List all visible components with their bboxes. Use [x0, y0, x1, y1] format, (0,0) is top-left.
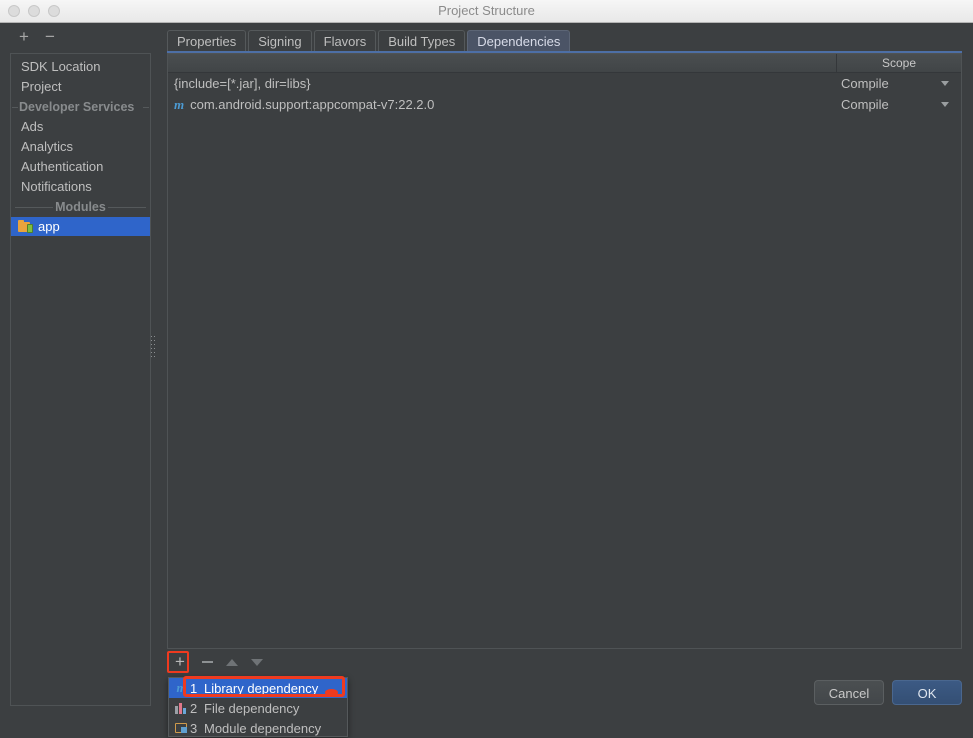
sidebar-group-modules-label: Modules [55, 200, 106, 214]
menu-item-number: 2 [190, 700, 198, 716]
sidebar-group-developer-services-label: Developer Services [19, 100, 135, 114]
tab-build-types[interactable]: Build Types [378, 30, 466, 51]
arrow-down-icon [251, 659, 263, 666]
table-row[interactable]: m com.android.support:appcompat-v7:22.2.… [168, 94, 961, 115]
dependency-name-label: {include=[*.jar], dir=libs} [174, 76, 311, 91]
dependency-name-cell: m com.android.support:appcompat-v7:22.2.… [168, 97, 836, 113]
dependency-scope-label: Compile [841, 76, 889, 91]
dependencies-table: Scope {include=[*.jar], dir=libs} Compil… [167, 53, 962, 649]
sidebar-item-authentication[interactable]: Authentication [11, 157, 150, 177]
window-title: Project Structure [438, 3, 535, 18]
sidebar-item-app-label: app [38, 218, 60, 234]
dependency-scope-cell[interactable]: Compile [836, 97, 961, 112]
menu-item-label: Library dependency [204, 680, 319, 696]
menu-item-number: 3 [190, 720, 198, 736]
pane-splitter-handle[interactable] [151, 336, 157, 376]
tab-dependencies[interactable]: Dependencies [467, 30, 571, 51]
tab-properties[interactable]: Properties [167, 30, 247, 51]
menu-item-label: Module dependency [204, 720, 322, 736]
menu-item-module-dependency[interactable]: 3 Module dependency [169, 718, 347, 738]
table-row[interactable]: {include=[*.jar], dir=libs} Compile [168, 73, 961, 94]
group-rule-right [143, 107, 149, 108]
tab-signing[interactable]: Signing [248, 30, 312, 51]
module-folder-icon [18, 220, 33, 233]
ok-button[interactable]: OK [892, 680, 962, 705]
add-dependency-button[interactable]: + [170, 652, 190, 672]
move-down-button[interactable] [247, 652, 267, 672]
tab-flavors[interactable]: Flavors [313, 30, 377, 51]
sidebar-toolbar: + − [0, 23, 155, 53]
sidebar-item-app[interactable]: app [11, 217, 150, 236]
sidebar-group-modules: Modules [11, 197, 150, 217]
sidebar-group-developer-services: Developer Services [11, 97, 150, 117]
file-bars-icon [173, 700, 190, 716]
maven-icon: m [176, 680, 187, 695]
module-folder-icon [173, 720, 190, 736]
cancel-button[interactable]: Cancel [814, 680, 884, 705]
modules-rule-right [108, 207, 146, 208]
group-rule-left [12, 107, 18, 108]
window-titlebar: Project Structure [0, 0, 973, 23]
dependency-scope-label: Compile [841, 97, 889, 112]
tab-bar: Properties Signing Flavors Build Types D… [167, 29, 572, 51]
project-structure-dialog: + − SDK Location Project Developer Servi… [0, 23, 973, 737]
dependency-toolbar: + [167, 650, 962, 674]
arrow-up-icon [226, 659, 238, 666]
sidebar-item-ads[interactable]: Ads [11, 117, 150, 137]
menu-item-file-dependency[interactable]: 2 File dependency [169, 698, 347, 718]
table-header-row: Scope [168, 54, 961, 73]
sidebar-item-project[interactable]: Project [11, 77, 150, 97]
menu-item-number: 1 [190, 680, 198, 696]
sidebar: SDK Location Project Developer Services … [10, 53, 151, 706]
add-module-button[interactable]: + [14, 27, 34, 47]
dependency-scope-cell[interactable]: Compile [836, 76, 961, 91]
dependency-name-cell: {include=[*.jar], dir=libs} [168, 76, 836, 91]
dialog-button-bar: Cancel OK [814, 680, 962, 705]
chevron-down-icon[interactable] [941, 81, 949, 86]
sidebar-item-notifications[interactable]: Notifications [11, 177, 150, 197]
move-up-button[interactable] [222, 652, 242, 672]
remove-dependency-button[interactable] [197, 652, 217, 672]
column-header-scope[interactable]: Scope [836, 54, 961, 72]
sidebar-item-sdk-location[interactable]: SDK Location [11, 57, 150, 77]
modules-rule-left [15, 207, 53, 208]
menu-item-library-dependency[interactable]: m 1 Library dependency [169, 678, 347, 698]
chevron-down-icon[interactable] [941, 102, 949, 107]
sidebar-item-analytics[interactable]: Analytics [11, 137, 150, 157]
add-dependency-menu: m 1 Library dependency 2 File dependency… [168, 677, 348, 737]
column-header-name[interactable] [168, 54, 836, 72]
maven-icon: m [174, 96, 185, 112]
remove-module-button[interactable]: − [40, 27, 60, 47]
dependency-name-label: com.android.support:appcompat-v7:22.2.0 [190, 97, 435, 112]
menu-item-label: File dependency [204, 700, 300, 716]
